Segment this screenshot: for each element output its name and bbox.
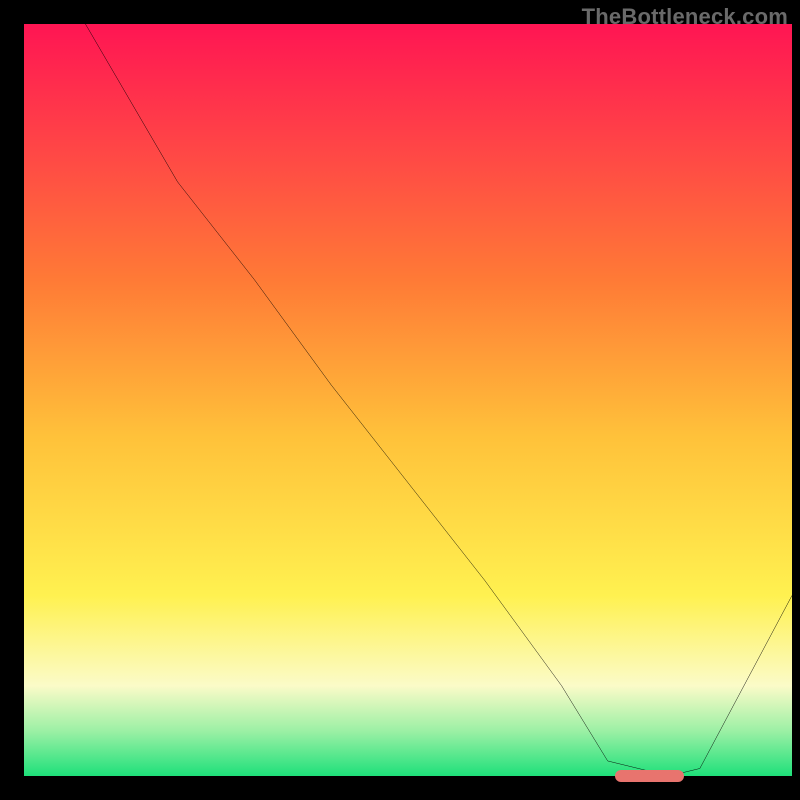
optimal-range-marker [615,770,684,782]
bottleneck-curve [24,24,792,776]
chart-frame: TheBottleneck.com [0,0,800,800]
curve-path [24,24,792,776]
plot-area [24,24,792,776]
watermark-text: TheBottleneck.com [582,4,788,30]
